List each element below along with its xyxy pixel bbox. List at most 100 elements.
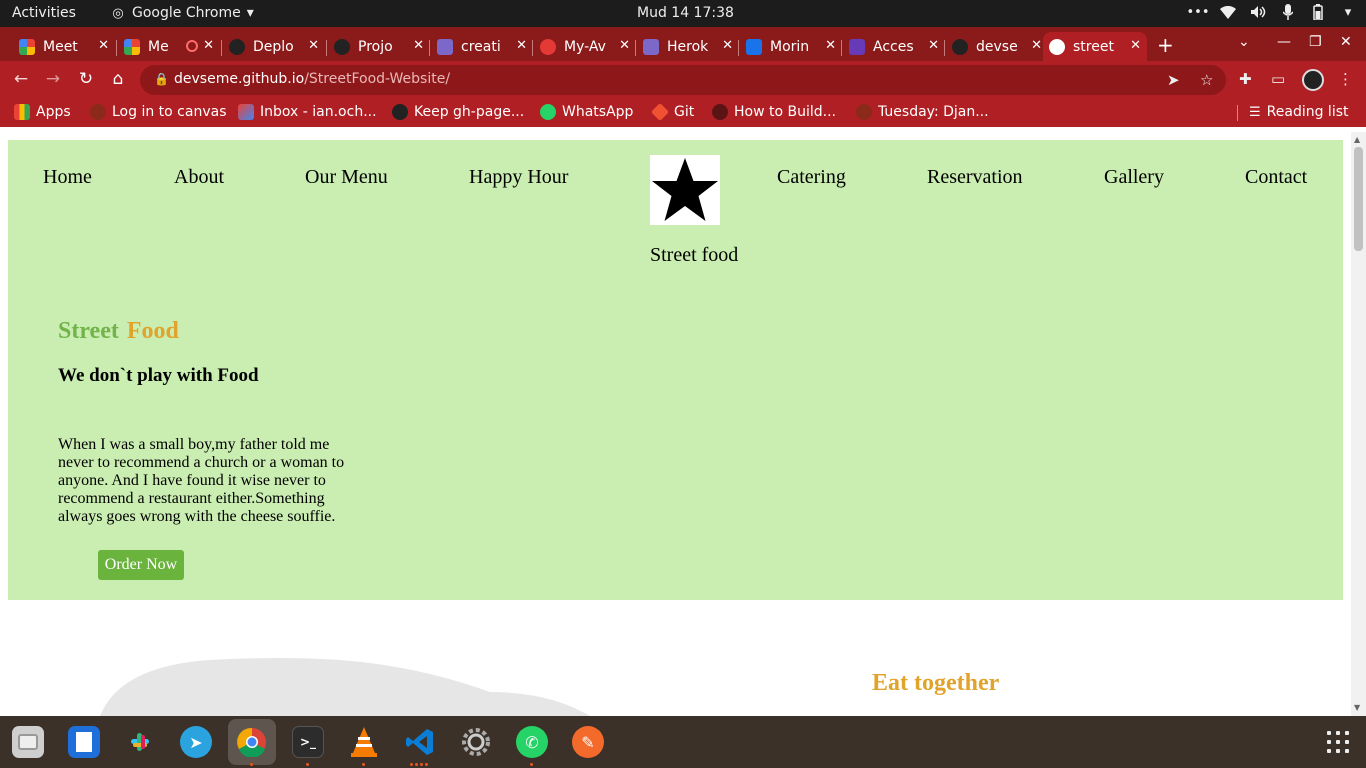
tab-morning[interactable]: Morin ✕ [740, 32, 842, 61]
reload-icon[interactable]: ↻ [75, 69, 97, 89]
writer-icon[interactable] [68, 726, 100, 758]
page-scrollbar[interactable]: ▲ ▼ [1351, 132, 1366, 716]
address-bar[interactable]: 🔒 devseme.github.io/StreetFood-Website/ … [140, 65, 1226, 95]
calendar-icon [746, 38, 762, 55]
scrollbar-thumb[interactable] [1354, 147, 1363, 251]
bookmark-git[interactable]: Git [650, 102, 694, 122]
section-heading-eat-together: Eat together [872, 670, 1000, 696]
bookmarks-bar: Apps Log in to canvas Inbox - ian.och...… [0, 99, 1366, 127]
activities-button[interactable]: Activities [12, 5, 76, 21]
chrome-icon[interactable] [236, 726, 268, 758]
tab-meet-2[interactable]: Me ✕ [118, 32, 220, 61]
close-icon[interactable]: ✕ [825, 38, 836, 53]
back-arrow-icon[interactable]: ← [10, 69, 32, 89]
reading-list[interactable]: ☰ Reading list [1249, 104, 1349, 120]
more-icon[interactable]: ••• [1187, 4, 1210, 20]
terminal-icon[interactable]: >_ [292, 726, 324, 758]
new-tab-plus-icon[interactable]: + [1157, 33, 1174, 57]
github-icon [229, 38, 245, 55]
close-icon[interactable]: ✕ [413, 38, 424, 53]
tab-create[interactable]: creati ✕ [431, 32, 533, 61]
reading-list-icon: ☰ [1249, 104, 1261, 120]
slack-icon[interactable] [124, 726, 156, 758]
whatsapp-icon[interactable]: ✆ [516, 726, 548, 758]
files-icon[interactable] [12, 726, 44, 758]
settings-gear-icon[interactable] [460, 726, 492, 758]
tab-heroku[interactable]: Herok ✕ [637, 32, 739, 61]
close-icon[interactable]: ✕ [308, 38, 319, 53]
tab-devse[interactable]: devse ✕ [946, 32, 1048, 61]
canvas-icon [90, 104, 106, 120]
close-window-icon[interactable]: ✕ [1340, 34, 1352, 50]
vscode-icon[interactable] [404, 726, 436, 758]
tab-access[interactable]: Acces ✕ [843, 32, 945, 61]
vlc-icon[interactable] [348, 726, 380, 758]
postman-icon[interactable]: ✎ [572, 726, 604, 758]
nav-catering[interactable]: Catering [777, 166, 846, 189]
close-icon[interactable]: ✕ [722, 38, 733, 53]
url-text: devseme.github.io/StreetFood-Website/ [174, 71, 451, 87]
order-now-button[interactable]: Order Now [98, 550, 184, 580]
show-applications-grid-icon[interactable] [1327, 731, 1349, 753]
profile-avatar[interactable] [1302, 69, 1324, 91]
nav-happy-hour[interactable]: Happy Hour [469, 166, 568, 189]
nav-reservation[interactable]: Reservation [927, 166, 1023, 189]
tab-project[interactable]: Projo ✕ [328, 32, 430, 61]
scroll-up-arrow-icon[interactable]: ▲ [1354, 135, 1360, 144]
nav-home[interactable]: Home [43, 166, 92, 189]
tab-my-av[interactable]: My-Av ✕ [534, 32, 636, 61]
tab-search-chevron-icon[interactable]: ⌄ [1238, 34, 1250, 50]
close-icon[interactable]: ✕ [1130, 38, 1141, 53]
close-icon[interactable]: ✕ [98, 38, 109, 53]
heroku-icon [643, 38, 659, 55]
logo-star-icon[interactable] [650, 155, 720, 225]
close-icon[interactable]: ✕ [619, 38, 630, 53]
bookmark-tuesday-django[interactable]: Tuesday: Djan... [856, 104, 989, 120]
app-menu-label: Google Chrome [132, 5, 241, 21]
tab-deploy[interactable]: Deplo ✕ [223, 32, 325, 61]
system-tray[interactable]: ••• ▾ [1187, 4, 1356, 20]
hero-quote: When I was a small boy,my father told me… [58, 436, 345, 525]
bookmark-gh-pages[interactable]: Keep gh-page... [392, 104, 524, 120]
maximize-icon[interactable]: ❐ [1309, 34, 1322, 50]
github-icon [392, 104, 408, 120]
close-icon[interactable]: ✕ [516, 38, 527, 53]
extensions-puzzle-icon[interactable]: ✚ [1239, 70, 1252, 88]
recording-icon [186, 40, 198, 52]
nav-our-menu[interactable]: Our Menu [305, 166, 388, 189]
power-menu-chevron-icon[interactable]: ▾ [1340, 4, 1356, 20]
tab-meet-1[interactable]: Meet ✕ [13, 32, 115, 61]
bookmark-inbox[interactable]: Inbox - ian.och... [238, 104, 377, 120]
cast-icon[interactable]: ▭ [1271, 70, 1285, 88]
home-icon[interactable]: ⌂ [107, 69, 129, 89]
minimize-icon[interactable]: — [1277, 34, 1291, 50]
close-icon[interactable]: ✕ [1031, 38, 1042, 53]
nav-contact[interactable]: Contact [1245, 166, 1307, 189]
bookmark-apps[interactable]: Apps [14, 104, 71, 120]
app-menu[interactable]: ◎ Google Chrome ▾ [110, 5, 253, 21]
tab-street-active[interactable]: street ✕ [1043, 32, 1147, 61]
bookmark-whatsapp[interactable]: WhatsApp [540, 104, 633, 120]
telegram-icon[interactable]: ➤ [180, 726, 212, 758]
volume-icon [1250, 4, 1266, 20]
page-viewport: Home About Our Menu Happy Hour Street fo… [0, 132, 1351, 716]
taskbar-dock: ➤ >_ ✆ ✎ [0, 716, 1366, 768]
forward-arrow-icon[interactable]: → [42, 69, 64, 89]
whatsapp-icon [540, 104, 556, 120]
close-icon[interactable]: ✕ [928, 38, 939, 53]
close-icon[interactable]: ✕ [203, 38, 214, 53]
github-icon [334, 38, 350, 55]
nav-gallery[interactable]: Gallery [1104, 166, 1164, 189]
nav-about[interactable]: About [174, 166, 224, 189]
clock[interactable]: Mud 14 17:38 [637, 5, 734, 21]
site-icon [856, 104, 872, 120]
battery-icon [1310, 4, 1326, 20]
scroll-down-arrow-icon[interactable]: ▼ [1354, 703, 1360, 712]
lock-icon[interactable]: 🔒 [154, 72, 169, 86]
send-icon[interactable]: ➤ [1167, 71, 1180, 89]
bookmark-how-to-build[interactable]: How to Build... [712, 104, 836, 120]
bookmark-canvas[interactable]: Log in to canvas [90, 104, 226, 120]
bookmark-star-icon[interactable]: ☆ [1200, 71, 1213, 89]
chrome-icon: ◎ [112, 5, 124, 21]
more-menu-icon[interactable]: ⋮ [1338, 70, 1353, 88]
